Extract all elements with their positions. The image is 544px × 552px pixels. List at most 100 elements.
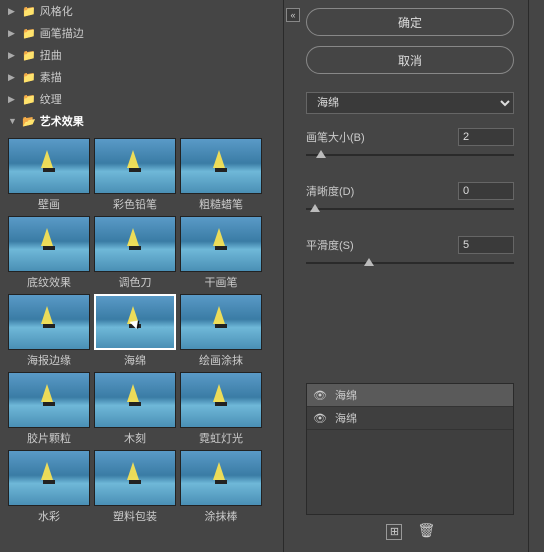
filter-thumb-8[interactable]: 绘画涂抹 <box>180 294 262 368</box>
thumb-image <box>8 294 90 350</box>
effect-layer-0[interactable]: 👁 海绵 <box>307 384 513 407</box>
chevron-right-icon: ▶ <box>8 94 18 105</box>
slider-handle[interactable] <box>310 204 320 212</box>
visibility-eye-icon[interactable]: 👁 <box>313 412 327 425</box>
thumb-label: 壁画 <box>8 194 90 212</box>
filter-select[interactable]: 海绵 <box>306 92 514 114</box>
visibility-eye-icon[interactable]: 👁 <box>313 389 327 402</box>
filter-thumb-3[interactable]: 底纹效果 <box>8 216 90 290</box>
thumb-image <box>94 450 176 506</box>
folder-label: 纹理 <box>40 91 62 107</box>
new-effect-layer-icon[interactable]: ⊞ <box>386 524 402 540</box>
thumb-image <box>94 216 176 272</box>
filter-thumb-7[interactable]: 海绵 <box>94 294 176 368</box>
thumb-label: 霓虹灯光 <box>180 428 262 446</box>
slider-label: 清晰度(D) <box>306 183 354 199</box>
chevron-right-icon: ▶ <box>8 28 18 39</box>
filter-thumb-11[interactable]: 霓虹灯光 <box>180 372 262 446</box>
ok-button[interactable]: 确定 <box>306 8 514 36</box>
slider-0: 画笔大小(B) <box>306 128 514 164</box>
cursor-icon <box>132 318 144 334</box>
thumb-label: 海报边缘 <box>8 350 90 368</box>
thumb-label: 水彩 <box>8 506 90 524</box>
folder-0[interactable]: ▶ 📁 风格化 <box>0 0 283 22</box>
slider-handle[interactable] <box>316 150 326 158</box>
slider-handle[interactable] <box>364 258 374 266</box>
effect-layer-1[interactable]: 👁 海绵 <box>307 407 513 430</box>
thumb-image <box>180 372 262 428</box>
thumb-label: 海绵 <box>94 350 176 368</box>
thumb-image <box>180 294 262 350</box>
folder-label: 扭曲 <box>40 47 62 63</box>
slider-label: 平滑度(S) <box>306 237 354 253</box>
filter-thumb-14[interactable]: 涂抹棒 <box>180 450 262 524</box>
slider-track[interactable] <box>306 152 514 164</box>
thumb-label: 调色刀 <box>94 272 176 290</box>
effect-layer-list: 👁 海绵 👁 海绵 <box>306 383 514 515</box>
chevron-right-icon: ▶ <box>8 6 18 17</box>
folder-icon: 📂 <box>22 115 36 128</box>
folder-label: 艺术效果 <box>40 113 84 129</box>
filter-thumb-10[interactable]: 木刻 <box>94 372 176 446</box>
slider-label: 画笔大小(B) <box>306 129 365 145</box>
filter-thumbnail-grid: 壁画彩色铅笔粗糙蜡笔底纹效果调色刀干画笔海报边缘海绵绘画涂抹胶片颗粒木刻霓虹灯光… <box>0 132 283 530</box>
slider-value-input[interactable] <box>458 236 514 254</box>
filter-thumb-13[interactable]: 塑料包装 <box>94 450 176 524</box>
chevron-down-icon: ▼ <box>8 116 18 126</box>
folder-icon: 📁 <box>22 71 36 84</box>
thumb-label: 胶片颗粒 <box>8 428 90 446</box>
thumb-image <box>8 216 90 272</box>
filter-thumb-4[interactable]: 调色刀 <box>94 216 176 290</box>
thumb-label: 粗糙蜡笔 <box>180 194 262 212</box>
layer-name: 海绵 <box>335 410 357 426</box>
thumb-label: 绘画涂抹 <box>180 350 262 368</box>
folder-label: 画笔描边 <box>40 25 84 41</box>
folder-label: 素描 <box>40 69 62 85</box>
thumb-label: 塑料包装 <box>94 506 176 524</box>
slider-value-input[interactable] <box>458 182 514 200</box>
thumb-label: 涂抹棒 <box>180 506 262 524</box>
filter-thumb-2[interactable]: 粗糙蜡笔 <box>180 138 262 212</box>
folder-icon: 📁 <box>22 27 36 40</box>
folder-1[interactable]: ▶ 📁 画笔描边 <box>0 22 283 44</box>
delete-effect-layer-icon[interactable]: 🗑 <box>418 523 434 539</box>
filter-thumb-6[interactable]: 海报边缘 <box>8 294 90 368</box>
layer-name: 海绵 <box>335 387 357 403</box>
filter-thumb-1[interactable]: 彩色铅笔 <box>94 138 176 212</box>
cancel-button[interactable]: 取消 <box>306 46 514 74</box>
slider-2: 平滑度(S) <box>306 236 514 272</box>
thumb-image <box>180 138 262 194</box>
thumb-image <box>8 138 90 194</box>
chevron-right-icon: ▶ <box>8 72 18 83</box>
filter-thumb-0[interactable]: 壁画 <box>8 138 90 212</box>
filter-category-panel: ▶ 📁 风格化 ▶ 📁 画笔描边 ▶ 📁 扭曲 ▶ 📁 素描 ▶ 📁 纹理 ▼ 📂 艺术效果 壁画彩色铅笔粗糙蜡笔… <box>0 0 284 552</box>
slider-track[interactable] <box>306 206 514 218</box>
thumb-image <box>8 372 90 428</box>
slider-track[interactable] <box>306 260 514 272</box>
filter-thumb-5[interactable]: 干画笔 <box>180 216 262 290</box>
chevron-right-icon: ▶ <box>8 50 18 61</box>
slider-value-input[interactable] <box>458 128 514 146</box>
thumb-label: 彩色铅笔 <box>94 194 176 212</box>
thumb-image <box>94 138 176 194</box>
slider-1: 清晰度(D) <box>306 182 514 218</box>
thumb-image <box>94 372 176 428</box>
thumb-label: 木刻 <box>94 428 176 446</box>
thumb-image <box>8 450 90 506</box>
thumb-image <box>180 450 262 506</box>
filter-settings-panel: « 确定 取消 海绵 画笔大小(B)清晰度(D)平滑度(S) 👁海绵👁海绵 ⊞ … <box>284 0 544 552</box>
folder-4[interactable]: ▶ 📁 纹理 <box>0 88 283 110</box>
folder-icon: 📁 <box>22 93 36 106</box>
folder-2[interactable]: ▶ 📁 扭曲 <box>0 44 283 66</box>
folder-icon: 📁 <box>22 49 36 62</box>
folder-label: 风格化 <box>40 3 73 19</box>
filter-thumb-12[interactable]: 水彩 <box>8 450 90 524</box>
thumb-image <box>94 294 176 350</box>
thumb-image <box>180 216 262 272</box>
thumb-label: 底纹效果 <box>8 272 90 290</box>
folder-icon: 📁 <box>22 5 36 18</box>
filter-thumb-9[interactable]: 胶片颗粒 <box>8 372 90 446</box>
collapse-button[interactable]: « <box>286 8 300 22</box>
folder-5[interactable]: ▼ 📂 艺术效果 <box>0 110 283 132</box>
folder-3[interactable]: ▶ 📁 素描 <box>0 66 283 88</box>
